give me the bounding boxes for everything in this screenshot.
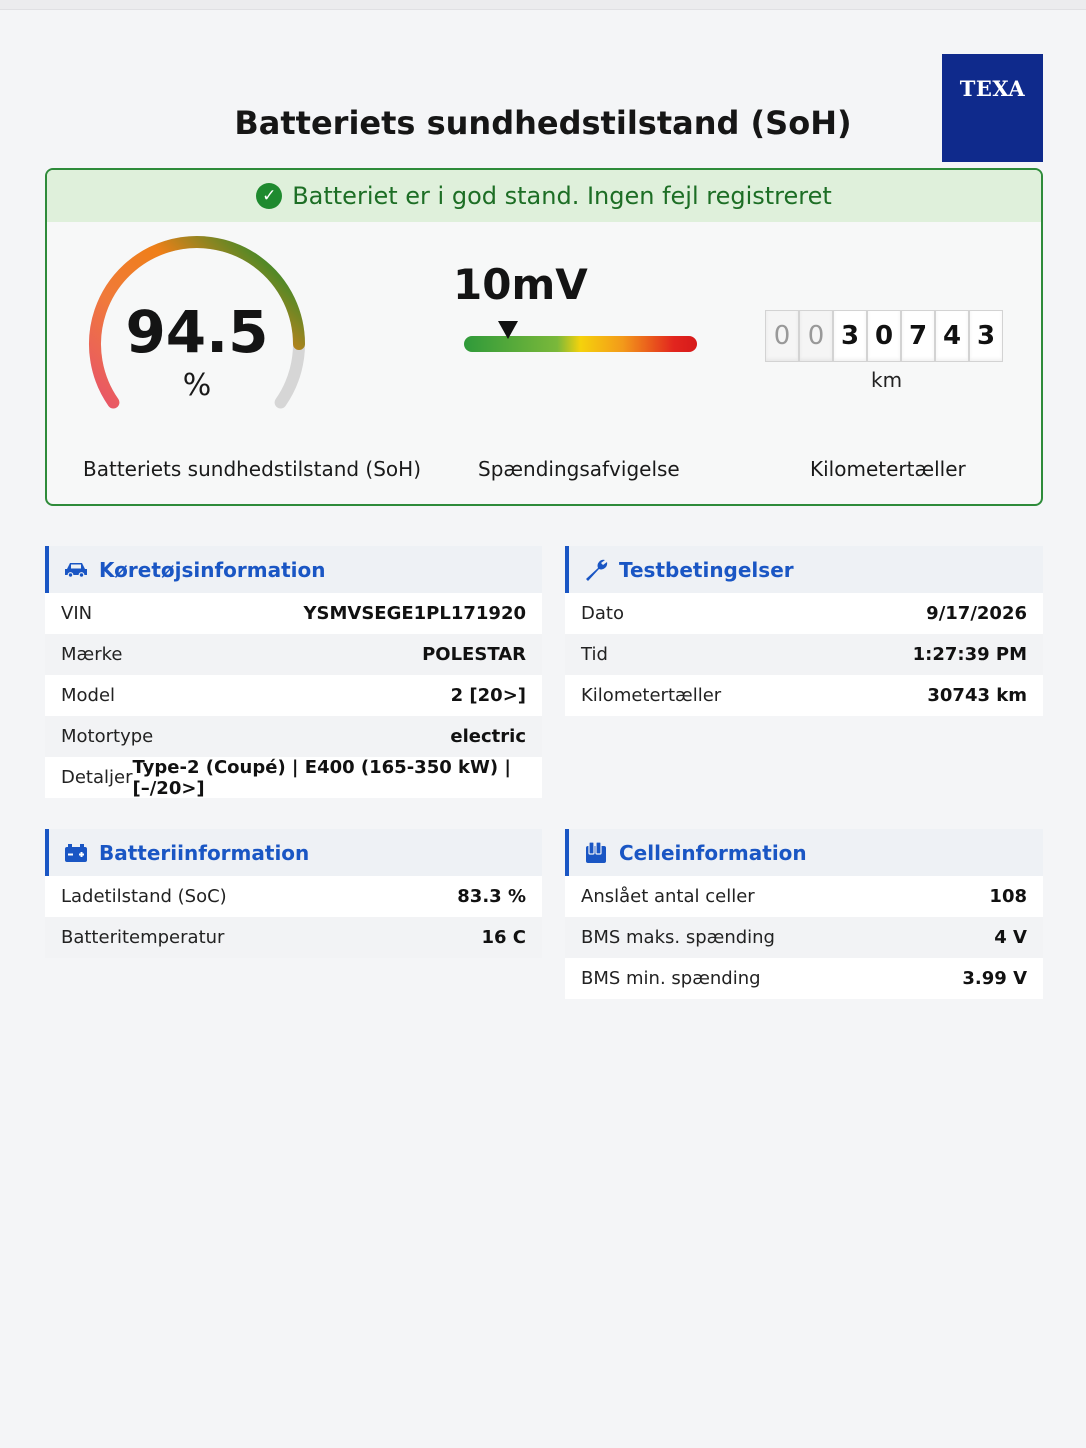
info-row-label: BMS maks. spænding: [581, 927, 775, 948]
info-row-label: Dato: [581, 603, 624, 624]
info-row: Model 2 [20>]: [45, 675, 542, 716]
info-row-value: POLESTAR: [422, 644, 526, 665]
soh-unit: %: [182, 368, 212, 403]
info-row: Tid 1:27:39 PM: [565, 634, 1043, 675]
odometer-digit: 0: [799, 310, 833, 362]
info-row-label: Motortype: [61, 726, 154, 747]
battery-info-title: Batteriinformation: [99, 840, 310, 865]
info-row: Batteritemperatur 16 C: [45, 917, 542, 958]
info-row-label: VIN: [61, 603, 93, 624]
odometer-display: 0030743: [765, 310, 1003, 362]
cell-info-rows: Anslået antal celler 108 BMS maks. spændin…: [565, 876, 1043, 999]
info-row-value: YSMVSEGE1PL171920: [303, 603, 526, 624]
info-row: Ladetilstand (SoC) 83.3 %: [45, 876, 542, 917]
summary-card: ✓ Batteriet er i god stand. Ingen fejl r…: [45, 168, 1043, 506]
info-row-value: 30743 km: [927, 685, 1027, 706]
battery-info-header: Batteriinformation: [45, 829, 542, 876]
info-row-label: Kilometertæller: [581, 685, 722, 706]
test-conditions-panel: Testbetingelser Dato 9/17/2026 Tid 1:27:39 …: [565, 546, 1043, 716]
info-row-value: 16 C: [481, 927, 526, 948]
voltage-marker-icon: [498, 321, 519, 339]
odometer-label: Kilometertæller: [810, 457, 966, 481]
battery-icon: [63, 840, 89, 866]
cells-icon: [583, 840, 609, 866]
info-row-label: Tid: [581, 644, 608, 665]
info-row-value: 83.3 %: [457, 886, 526, 907]
soh-label: Batteriets sundhedstilstand (SoH): [83, 457, 422, 481]
info-row-label: Detaljer: [61, 767, 133, 788]
info-row-label: Anslået antal celler: [581, 886, 755, 907]
info-row: Anslået antal celler 108: [565, 876, 1043, 917]
info-row: BMS min. spænding 3.99 V: [565, 958, 1043, 999]
info-row-value: 2 [20>]: [450, 685, 526, 706]
vehicle-info-title: Køretøjsinformation: [99, 557, 326, 582]
status-message: Batteriet er i god stand. Ingen fejl reg…: [292, 182, 832, 210]
info-row: Motortype electric: [45, 716, 542, 757]
info-row-value: electric: [450, 726, 526, 747]
odometer-digit: 0: [867, 310, 901, 362]
cell-info-title: Celleinformation: [619, 840, 807, 865]
battery-info-panel: Batteriinformation Ladetilstand (SoC) 83.…: [45, 829, 542, 958]
info-row-value: 9/17/2026: [926, 603, 1027, 624]
vehicle-info-panel: Køretøjsinformation VIN YSMVSEGE1PL171920…: [45, 546, 542, 799]
info-row-value: 4 V: [994, 927, 1027, 948]
info-row-value: 108: [989, 886, 1027, 907]
info-row: Mærke POLESTAR: [45, 634, 542, 675]
page-title: Batteriets sundhedstilstand (SoH): [234, 104, 852, 142]
test-conditions-header: Testbetingelser: [565, 546, 1043, 593]
cell-info-panel: Celleinformation Anslået antal celler 108…: [565, 829, 1043, 999]
voltage-deviation-value: 10mV: [453, 260, 588, 309]
battery-info-rows: Ladetilstand (SoC) 83.3 % Batteritemperatu…: [45, 876, 542, 958]
info-row-label: Model: [61, 685, 116, 706]
info-row: Dato 9/17/2026: [565, 593, 1043, 634]
car-icon: [63, 557, 89, 583]
info-row: BMS maks. spænding 4 V: [565, 917, 1043, 958]
odometer-digit: 4: [935, 310, 969, 362]
odometer-digit: 7: [901, 310, 935, 362]
soh-value: 94.5: [125, 298, 269, 366]
top-strip: [0, 0, 1086, 10]
info-row: Kilometertæller 30743 km: [565, 675, 1043, 716]
info-row-label: Ladetilstand (SoC): [61, 886, 227, 907]
info-row-value: Type-2 (Coupé) | E400 (165-350 kW) | [–/…: [132, 756, 511, 799]
cell-info-header: Celleinformation: [565, 829, 1043, 876]
odometer-digit: 3: [833, 310, 867, 362]
info-row-value: 3.99 V: [962, 968, 1027, 989]
test-conditions-title: Testbetingelser: [619, 557, 794, 582]
wrench-icon: [583, 557, 609, 583]
odometer-digit: 3: [969, 310, 1003, 362]
info-row: VIN YSMVSEGE1PL171920: [45, 593, 542, 634]
soh-gauge: 94.5 %: [83, 236, 311, 416]
info-row-label: BMS min. spænding: [581, 968, 761, 989]
vehicle-info-header: Køretøjsinformation: [45, 546, 542, 593]
voltage-deviation-label: Spændingsafvigelse: [478, 457, 680, 481]
odometer-digit: 0: [765, 310, 799, 362]
info-row-value: 1:27:39 PM: [912, 644, 1027, 665]
check-circle-icon: ✓: [256, 183, 283, 209]
info-row-label: Mærke: [61, 644, 123, 665]
odometer-unit: km: [871, 368, 903, 392]
info-row-label: Batteritemperatur: [61, 927, 225, 948]
vehicle-info-rows: VIN YSMVSEGE1PL171920 Mærke POLESTAR Model 2 …: [45, 593, 542, 799]
test-conditions-rows: Dato 9/17/2026 Tid 1:27:39 PM Kilometertælle…: [565, 593, 1043, 716]
status-banner: ✓ Batteriet er i god stand. Ingen fejl r…: [47, 170, 1041, 222]
info-row: Detaljer Type-2 (Coupé) | E400 (165-350 k…: [45, 756, 542, 799]
